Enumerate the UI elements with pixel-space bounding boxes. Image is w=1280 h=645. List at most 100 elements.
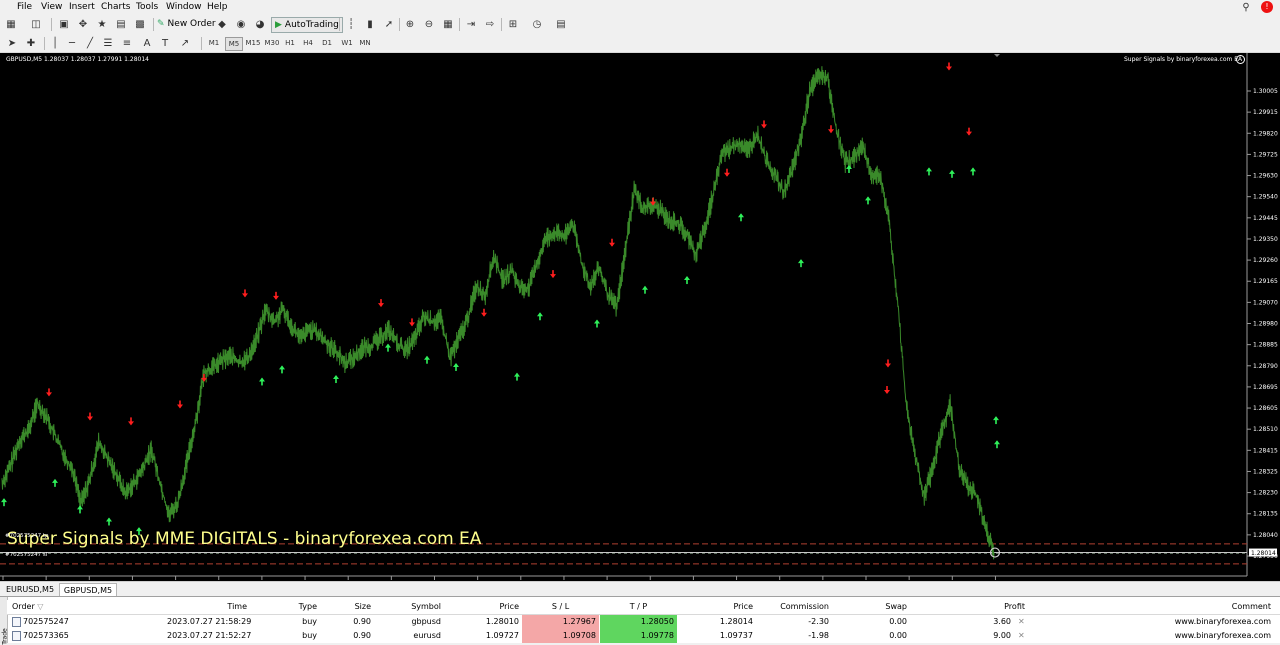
sell-signal-arrow xyxy=(46,388,52,397)
col-current-price[interactable]: Price xyxy=(707,600,753,614)
fibonacci-icon[interactable]: ≡ xyxy=(119,36,135,50)
indicators-icon[interactable]: ⊞ xyxy=(505,17,521,31)
menu-insert[interactable]: Insert xyxy=(69,2,95,12)
terminal-icon[interactable]: ▤ xyxy=(113,17,129,31)
chart-shift-icon[interactable]: ⇥ xyxy=(463,17,479,31)
trendline-icon[interactable]: ╱ xyxy=(82,36,98,50)
sell-signal-arrow xyxy=(966,127,972,136)
autoscroll-icon[interactable]: ⇨ xyxy=(482,17,498,31)
horizontal-line-icon[interactable]: ─ xyxy=(64,36,80,50)
bar-chart-icon[interactable]: ┆ xyxy=(343,17,359,31)
trade-row[interactable]: 702573365 2023.07.27 21:52:27 buy 0.90 e… xyxy=(7,629,1280,643)
vps-icon[interactable]: ◕ xyxy=(252,17,268,31)
menu-view[interactable]: View xyxy=(41,2,62,12)
periods-icon[interactable]: ◷ xyxy=(529,17,545,31)
menu-tools[interactable]: Tools xyxy=(136,2,158,12)
profiles-icon[interactable]: ◫ xyxy=(28,17,44,31)
order-commission: -1.98 xyxy=(808,631,829,640)
tile-windows-icon[interactable]: ▦ xyxy=(440,17,456,31)
vertical-line-icon[interactable]: │ xyxy=(47,36,63,50)
templates-icon[interactable]: ▤ xyxy=(553,17,569,31)
timeframe-h4[interactable]: H4 xyxy=(301,37,315,49)
col-price[interactable]: Price xyxy=(477,600,519,614)
price-tick-label: 1.29915 xyxy=(1253,109,1278,116)
order-tp[interactable]: 1.28050 xyxy=(600,615,677,629)
sell-signal-arrow xyxy=(128,417,134,426)
strategy-tester-icon[interactable]: ▩ xyxy=(132,17,148,31)
order-tp-tag: #702575247 tp xyxy=(5,533,49,539)
col-comment[interactable]: Comment xyxy=(1167,600,1271,614)
col-size[interactable]: Size xyxy=(337,600,371,614)
order-sl[interactable]: 1.27967 xyxy=(522,615,599,629)
close-order-icon[interactable]: ✕ xyxy=(1018,629,1025,643)
order-tp[interactable]: 1.09778 xyxy=(600,629,677,643)
sell-signal-arrow xyxy=(946,62,952,71)
timeframe-m1[interactable]: M1 xyxy=(207,37,221,49)
price-tick-label: 1.28605 xyxy=(1253,405,1278,412)
col-swap[interactable]: Swap xyxy=(867,600,907,614)
trade-row[interactable]: 702575247 2023.07.27 21:58:29 buy 0.90 g… xyxy=(7,615,1280,629)
order-open-price: 1.28010 xyxy=(485,617,519,626)
zoom-in-icon[interactable]: ⊕ xyxy=(402,17,418,31)
timeframe-m15[interactable]: M15 xyxy=(244,37,262,49)
close-order-icon[interactable]: ✕ xyxy=(1018,615,1025,629)
menu-help[interactable]: Help xyxy=(207,2,228,12)
timeframe-m5[interactable]: M5 xyxy=(225,37,243,51)
equidistant-channel-icon[interactable]: ☰ xyxy=(100,36,116,50)
market-watch-icon[interactable]: ▣ xyxy=(56,17,72,31)
buy-signal-arrow xyxy=(594,319,600,328)
crosshair-icon[interactable]: ✚ xyxy=(23,36,39,50)
sell-signal-arrow xyxy=(885,359,891,368)
search-icon[interactable]: ⚲ xyxy=(1238,0,1254,14)
menu-window[interactable]: Window xyxy=(166,2,202,12)
col-profit[interactable]: Profit xyxy=(977,600,1025,614)
cursor-icon[interactable]: ➤ xyxy=(4,36,20,50)
data-window-icon[interactable]: ✥ xyxy=(75,17,91,31)
navigator-icon[interactable]: ★ xyxy=(94,17,110,31)
autotrading-button[interactable]: ▶ AutoTrading xyxy=(271,17,343,33)
zoom-out-icon[interactable]: ⊖ xyxy=(421,17,437,31)
price-tick-label: 1.29540 xyxy=(1253,194,1278,201)
menu-charts[interactable]: Charts xyxy=(101,2,130,12)
tab-eurusd-m5[interactable]: EURUSD,M5 xyxy=(3,583,57,595)
timeframe-m30[interactable]: M30 xyxy=(263,37,281,49)
col-tp[interactable]: T / P xyxy=(600,600,677,614)
line-chart-icon[interactable]: ➚ xyxy=(381,17,397,31)
new-chart-icon[interactable]: ▦ xyxy=(3,17,19,31)
tab-gbpusd-m5[interactable]: GBPUSD,M5 xyxy=(59,583,117,596)
arrows-icon[interactable]: ↗ xyxy=(177,36,193,50)
col-symbol[interactable]: Symbol xyxy=(397,600,441,614)
timeframe-h1[interactable]: H1 xyxy=(283,37,297,49)
text-label-icon[interactable]: T xyxy=(157,36,173,50)
col-time[interactable]: Time xyxy=(167,600,247,614)
new-order-button[interactable]: ✎ New Order xyxy=(157,17,216,31)
col-sl[interactable]: S / L xyxy=(522,600,599,614)
sell-signal-arrow xyxy=(550,270,556,279)
buy-signal-arrow xyxy=(684,276,690,285)
buy-signal-arrow xyxy=(865,196,871,205)
col-type[interactable]: Type xyxy=(277,600,317,614)
metaeditor-icon[interactable]: ◆ xyxy=(214,17,230,31)
text-icon[interactable]: A xyxy=(139,36,155,50)
price-tick-label: 1.28790 xyxy=(1253,363,1278,370)
menu-file[interactable]: File xyxy=(17,2,32,12)
price-chart[interactable]: 1.30005 1.29915 1.29820 1.29725 1.29630 1.295… xyxy=(0,53,1280,581)
notification-icon[interactable]: ! xyxy=(1261,1,1273,13)
timeframe-w1[interactable]: W1 xyxy=(339,37,355,49)
col-order[interactable]: Order ▽ xyxy=(12,600,72,614)
line-studies-toolbar: ➤ ✚ │ ─ ╱ ☰ ≡ A T ↗ M1 M5 M15 M30 H1 H4 … xyxy=(0,34,1280,53)
order-icon xyxy=(12,616,21,627)
timeframe-mn[interactable]: MN xyxy=(357,37,373,49)
sell-signal-arrow xyxy=(378,299,384,308)
candlestick-icon[interactable]: ▮ xyxy=(362,17,378,31)
order-comment: www.binaryforexea.com xyxy=(1174,617,1271,626)
buy-signal-arrow xyxy=(333,375,339,384)
signals-icon[interactable]: ◉ xyxy=(233,17,249,31)
order-id: 702575247 xyxy=(12,615,92,629)
current-price-label: 1.28014 xyxy=(1251,550,1276,557)
ea-smiley-icon xyxy=(1236,55,1245,64)
order-sl[interactable]: 1.09708 xyxy=(522,629,599,643)
timeframe-d1[interactable]: D1 xyxy=(320,37,334,49)
col-commission[interactable]: Commission xyxy=(767,600,829,614)
order-current-price: 1.09737 xyxy=(719,631,753,640)
